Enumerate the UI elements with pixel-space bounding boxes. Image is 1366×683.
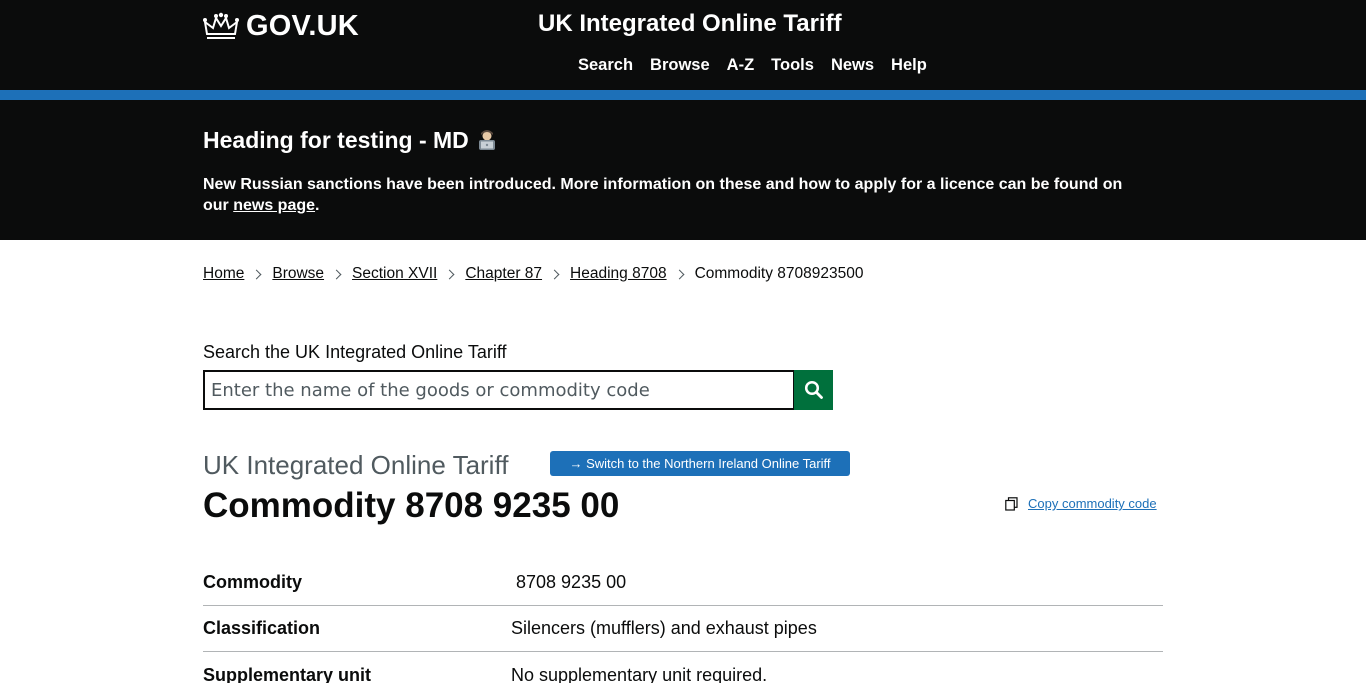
switch-to-ni-tariff-button[interactable]: → Switch to the Northern Ireland Online …	[550, 451, 850, 476]
site-header: GOV.UK UK Integrated Online Tariff Searc…	[0, 0, 1366, 90]
main-nav: Search Browse A-Z Tools News Help	[578, 56, 944, 75]
breadcrumb-browse[interactable]: Browse	[272, 265, 324, 283]
nav-a-z[interactable]: A-Z	[727, 56, 755, 75]
summary-value: 8708 9235 00	[511, 572, 627, 592]
chevron-right-icon	[549, 269, 560, 279]
summary-row-commodity: Commodity 8708 9235 00	[203, 560, 1163, 606]
summary-key: Supplementary unit	[203, 664, 372, 683]
chevron-right-icon	[331, 269, 342, 279]
govuk-logo-link[interactable]: GOV.UK	[203, 8, 359, 44]
chevron-right-icon	[251, 269, 262, 279]
breadcrumb-section[interactable]: Section XVII	[352, 265, 437, 283]
nav-tools[interactable]: Tools	[771, 56, 814, 75]
nav-browse[interactable]: Browse	[650, 56, 710, 75]
banner-text-after: .	[315, 197, 320, 214]
breadcrumb-chapter[interactable]: Chapter 87	[465, 265, 542, 283]
breadcrumb-heading[interactable]: Heading 8708	[570, 265, 667, 283]
notification-banner: Heading for testing - MD New Russian san…	[0, 100, 1366, 240]
breadcrumb-home[interactable]: Home	[203, 265, 244, 283]
nav-search[interactable]: Search	[578, 56, 633, 75]
banner-heading: Heading for testing - MD	[203, 127, 498, 154]
news-page-link[interactable]: news page	[233, 197, 315, 214]
breadcrumb: Home Browse Section XVII Chapter 87 Head…	[203, 265, 863, 283]
banner-text: New Russian sanctions have been introduc…	[203, 174, 1143, 216]
nav-help[interactable]: Help	[891, 56, 927, 75]
page-title: Commodity 8708 9235 00	[203, 486, 620, 525]
person-at-computer-icon	[478, 129, 495, 150]
search-button[interactable]	[794, 370, 833, 410]
crown-icon	[203, 12, 239, 39]
page-caption: UK Integrated Online Tariff	[203, 450, 509, 480]
copy-commodity-code: Copy commodity code	[1005, 496, 1157, 511]
summary-value: Silencers (mufflers) and exhaust pipes	[511, 618, 817, 638]
summary-key: Classification	[203, 618, 321, 638]
search-icon	[804, 380, 823, 399]
nav-news[interactable]: News	[831, 56, 874, 75]
banner-text-before: New Russian sanctions have been introduc…	[203, 176, 1123, 214]
search-input[interactable]	[203, 370, 795, 410]
chevron-right-icon	[444, 269, 455, 279]
search-label: Search the UK Integrated Online Tariff	[203, 342, 507, 362]
commodity-summary-list: Commodity 8708 9235 00 Classification Si…	[203, 560, 1163, 683]
header-accent-bar	[0, 90, 1366, 100]
service-name-link[interactable]: UK Integrated Online Tariff	[538, 10, 842, 38]
chevron-right-icon	[674, 269, 685, 279]
banner-heading-text: Heading for testing - MD	[203, 127, 469, 153]
summary-key: Commodity	[203, 572, 302, 592]
logo-text: GOV.UK	[246, 9, 359, 42]
summary-row-supplementary-unit: Supplementary unit No supplementary unit…	[203, 652, 1163, 683]
summary-value: No supplementary unit required.	[511, 664, 768, 683]
summary-row-classification: Classification Silencers (mufflers) and …	[203, 606, 1163, 652]
copy-commodity-code-link[interactable]: Copy commodity code	[1028, 496, 1157, 511]
breadcrumb-current: Commodity 8708923500	[694, 265, 864, 282]
copy-icon	[1005, 496, 1018, 511]
